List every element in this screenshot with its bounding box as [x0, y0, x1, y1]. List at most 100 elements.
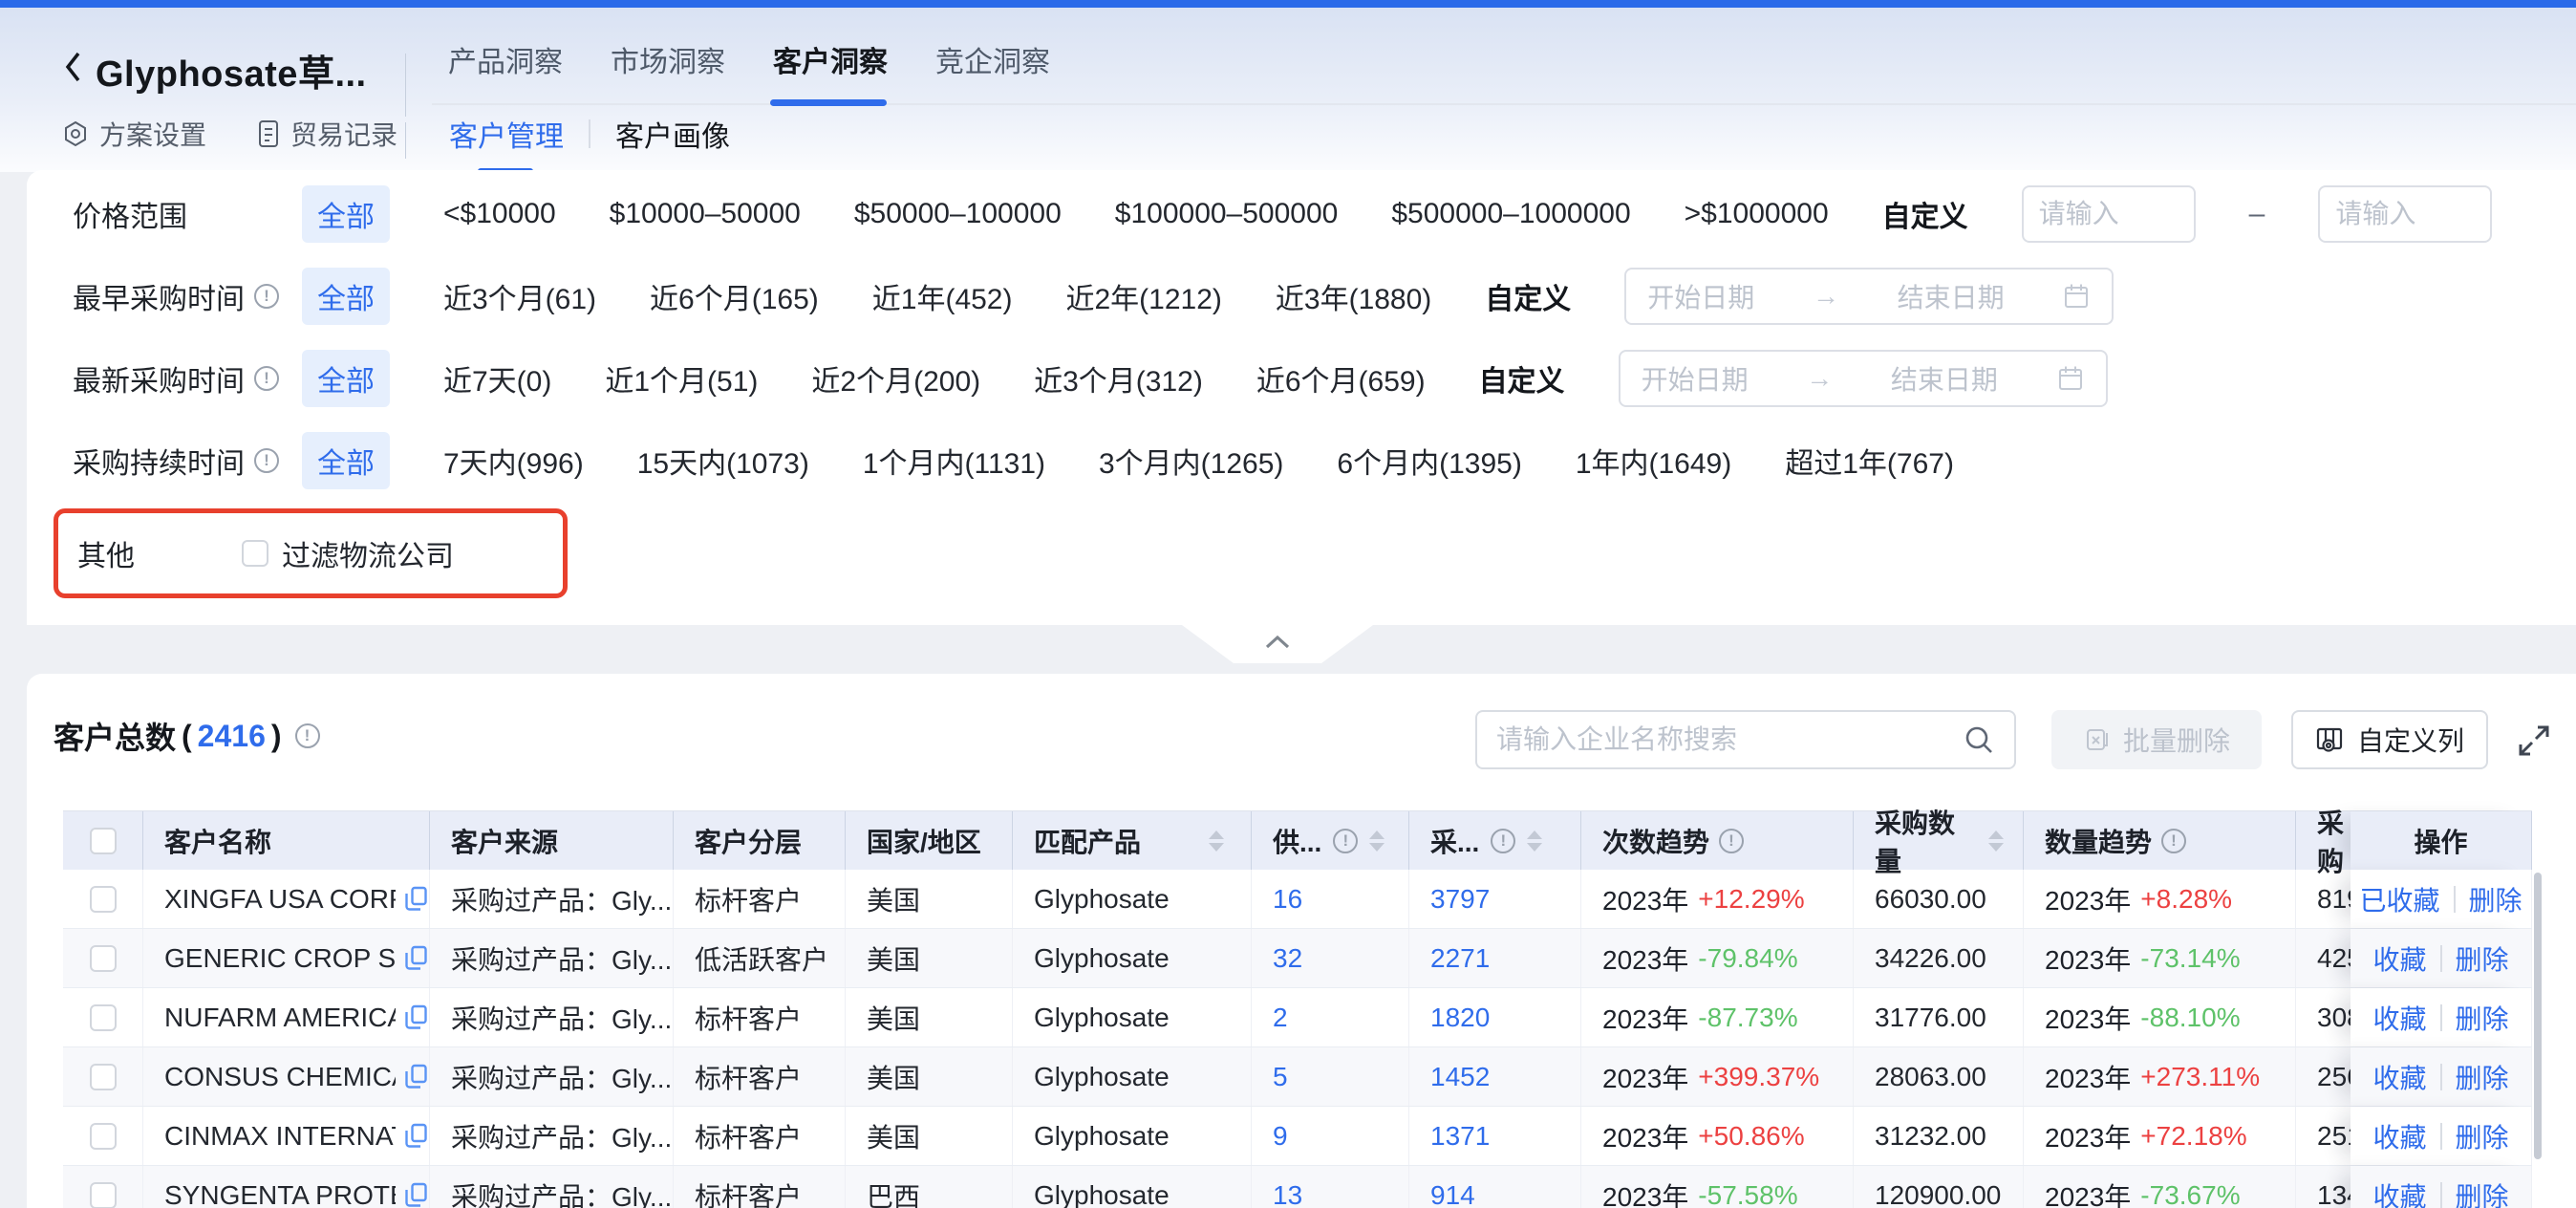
scheme-settings-button[interactable]: 方案设置 [61, 115, 206, 153]
filter-option-all[interactable]: 全部 [302, 268, 390, 325]
date-range-picker[interactable]: 开始日期 → 结束日期 [1619, 350, 2108, 407]
custom-range-label[interactable]: 自定义 [1485, 275, 1571, 317]
tab-customer-insight[interactable]: 客户洞察 [773, 31, 888, 109]
info-icon[interactable] [1719, 829, 1744, 853]
delete-button[interactable]: 删除 [2469, 880, 2522, 918]
copy-icon[interactable] [403, 1122, 429, 1150]
suppliers-count-link[interactable]: 32 [1273, 943, 1302, 974]
filter-option[interactable]: >$1000000 [1685, 198, 1829, 230]
delete-button[interactable]: 删除 [2456, 999, 2509, 1037]
fullscreen-button[interactable] [2513, 720, 2555, 762]
filter-option[interactable]: 超过1年(767) [1785, 440, 1954, 482]
custom-columns-button[interactable]: 自定义列 [2291, 710, 2488, 769]
filter-option[interactable]: 近6个月(165) [650, 275, 819, 317]
suppliers-count-link[interactable]: 2 [1273, 1003, 1288, 1033]
filter-option[interactable]: $100000–500000 [1115, 198, 1339, 230]
trade-records-button[interactable]: 贸易记录 [256, 115, 397, 153]
sort-control[interactable] [1369, 830, 1385, 852]
sort-control[interactable] [1209, 830, 1224, 852]
sort-control[interactable] [1988, 830, 2004, 852]
copy-icon[interactable] [403, 1063, 429, 1090]
delete-button[interactable]: 删除 [2456, 1176, 2509, 1208]
batch-delete-button[interactable]: 批量删除 [2051, 710, 2262, 769]
filter-option[interactable]: 近6个月(659) [1256, 357, 1426, 399]
price-max-input[interactable] [2318, 185, 2492, 243]
row-checkbox[interactable] [90, 945, 117, 972]
filter-logistics-label[interactable]: 过滤物流公司 [282, 532, 454, 574]
favorite-button[interactable]: 收藏 [2372, 1176, 2426, 1208]
copy-icon[interactable] [403, 1003, 429, 1031]
delete-button[interactable]: 删除 [2456, 939, 2509, 978]
filter-option[interactable]: 3个月内(1265) [1099, 440, 1283, 482]
purchases-count-link[interactable]: 1820 [1430, 1003, 1490, 1033]
filter-option[interactable]: 15天内(1073) [637, 440, 809, 482]
filter-option[interactable]: 近2年(1212) [1065, 275, 1221, 317]
filter-option[interactable]: 7天内(996) [443, 440, 584, 482]
filter-option[interactable]: 近1年(452) [872, 275, 1013, 317]
copy-icon[interactable] [403, 885, 429, 913]
suppliers-count-link[interactable]: 9 [1273, 1121, 1288, 1152]
purchases-count-link[interactable]: 2271 [1430, 943, 1490, 974]
info-icon[interactable] [1491, 829, 1515, 853]
filter-option[interactable]: 近3个月(61) [443, 275, 596, 317]
info-icon[interactable] [254, 366, 279, 391]
info-icon[interactable] [2161, 829, 2186, 853]
favorite-button[interactable]: 收藏 [2372, 1117, 2426, 1155]
subtab-customer-management[interactable]: 客户管理 [449, 113, 564, 155]
favorite-button[interactable]: 已收藏 [2359, 880, 2439, 918]
info-icon[interactable] [295, 723, 320, 748]
info-icon[interactable] [1333, 829, 1358, 853]
custom-range-label[interactable]: 自定义 [1882, 193, 1968, 235]
suppliers-count-link[interactable]: 13 [1273, 1180, 1302, 1208]
filter-option[interactable]: $10000–50000 [610, 198, 801, 230]
tab-market-insight[interactable]: 市场洞察 [611, 31, 725, 109]
suppliers-count-link[interactable]: 5 [1273, 1062, 1288, 1092]
row-checkbox[interactable] [90, 1123, 117, 1150]
suppliers-count-link[interactable]: 16 [1273, 884, 1302, 915]
search-input[interactable] [1496, 724, 1963, 755]
purchases-count-link[interactable]: 1371 [1430, 1121, 1490, 1152]
sort-control[interactable] [1527, 830, 1542, 852]
favorite-button[interactable]: 收藏 [2372, 999, 2426, 1037]
copy-icon[interactable] [403, 944, 429, 972]
filter-option[interactable]: 近1个月(51) [605, 357, 758, 399]
row-checkbox[interactable] [90, 886, 117, 913]
info-icon[interactable] [254, 284, 279, 309]
filter-option[interactable]: 近3年(1880) [1276, 275, 1431, 317]
purchases-count-link[interactable]: 1452 [1430, 1062, 1490, 1092]
row-checkbox[interactable] [90, 1004, 117, 1031]
select-all-checkbox[interactable] [90, 828, 117, 854]
favorite-button[interactable]: 收藏 [2372, 1058, 2426, 1096]
info-icon[interactable] [254, 448, 279, 473]
filter-option-all[interactable]: 全部 [302, 350, 390, 407]
back-button[interactable] [61, 48, 90, 86]
subtab-customer-profile[interactable]: 客户画像 [615, 113, 730, 155]
filter-option[interactable]: $50000–100000 [854, 198, 1062, 230]
filter-option[interactable]: 1年内(1649) [1576, 440, 1731, 482]
collapse-filters-control[interactable] [1182, 625, 1373, 663]
filter-option[interactable]: 近3个月(312) [1034, 357, 1203, 399]
filter-option[interactable]: 近7天(0) [443, 357, 551, 399]
purchases-count-link[interactable]: 3797 [1430, 884, 1490, 915]
vertical-scrollbar[interactable] [2534, 873, 2542, 1159]
delete-button[interactable]: 删除 [2456, 1058, 2509, 1096]
date-range-picker[interactable]: 开始日期 → 结束日期 [1624, 268, 2114, 325]
filter-option-all[interactable]: 全部 [302, 432, 390, 489]
customer-total-count[interactable]: 2416 [198, 719, 266, 754]
delete-button[interactable]: 删除 [2456, 1117, 2509, 1155]
tab-product-insight[interactable]: 产品洞察 [448, 31, 563, 109]
row-checkbox[interactable] [90, 1182, 117, 1208]
search-icon[interactable] [1963, 723, 1995, 756]
favorite-button[interactable]: 收藏 [2372, 939, 2426, 978]
row-checkbox[interactable] [90, 1064, 117, 1090]
filter-option[interactable]: <$10000 [443, 198, 556, 230]
filter-logistics-checkbox[interactable] [242, 540, 268, 567]
filter-option[interactable]: $500000–1000000 [1391, 198, 1630, 230]
purchases-count-link[interactable]: 914 [1430, 1180, 1475, 1208]
company-search-box[interactable] [1475, 710, 2016, 769]
custom-range-label[interactable]: 自定义 [1479, 357, 1565, 399]
filter-option[interactable]: 6个月内(1395) [1337, 440, 1521, 482]
price-min-input[interactable] [2022, 185, 2196, 243]
filter-option[interactable]: 1个月内(1131) [863, 440, 1045, 482]
filter-option[interactable]: 近2个月(200) [811, 357, 980, 399]
